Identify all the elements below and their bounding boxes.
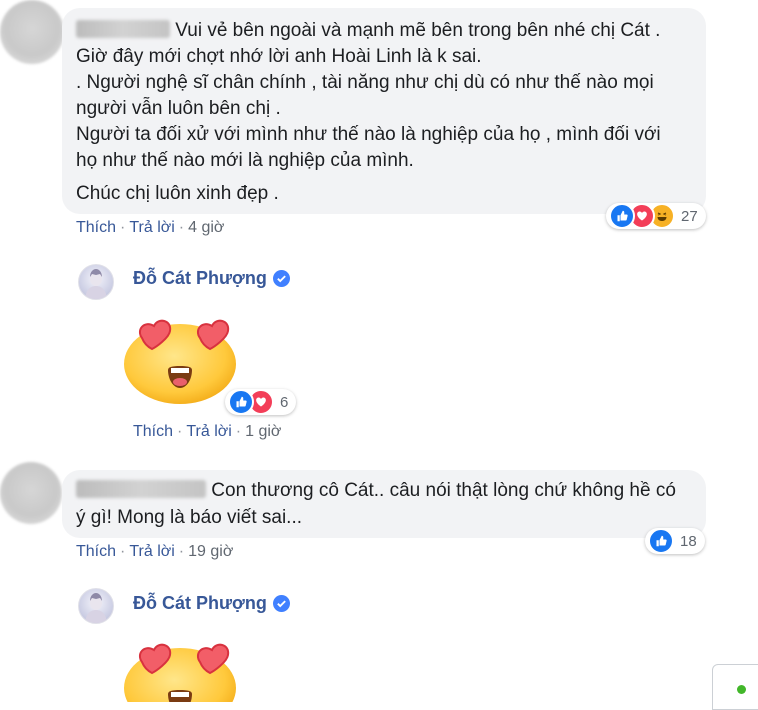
comment-text-line-7: Chúc chị luôn xinh đẹp . <box>76 183 279 204</box>
separator-dot: · <box>178 219 185 236</box>
verified-badge-icon <box>272 270 290 287</box>
comment-text-line-1: Vui vẻ bên ngoài và mạnh mẽ bên trong bê… <box>175 20 661 41</box>
like-link[interactable]: Thích <box>76 219 116 236</box>
reaction-count: 27 <box>681 207 698 225</box>
comment-timestamp[interactable]: 4 giờ <box>188 219 224 236</box>
reaction-summary[interactable]: 18 <box>645 528 705 554</box>
comment-bubble: Vui vẻ bên ngoài và mạnh mẽ bên trong bê… <box>62 8 706 214</box>
page-author-name[interactable]: Đỗ Cát Phượng <box>133 593 290 614</box>
like-reaction-icon <box>228 389 254 415</box>
comment-text-line-3: . Người nghệ sĩ chân chính , tài năng nh… <box>76 72 654 93</box>
like-link[interactable]: Thích <box>133 423 173 440</box>
verified-badge-icon <box>272 595 290 612</box>
reply-timestamp[interactable]: 1 giờ <box>245 423 281 440</box>
comment-timestamp[interactable]: 19 giờ <box>188 543 233 560</box>
chat-widget[interactable] <box>712 664 758 710</box>
online-status-icon <box>737 685 746 694</box>
separator-dot: · <box>178 543 185 560</box>
comment-actions: Thích · Trả lời · 4 giờ <box>76 219 224 237</box>
reaction-count: 6 <box>280 393 289 411</box>
comment-text-line-2: Giờ đây mới chợt nhớ lời anh Hoài Linh l… <box>76 46 482 67</box>
reply-actions: Thích · Trả lời · 1 giờ <box>133 423 281 441</box>
heart-eyes-sticker[interactable] <box>118 632 242 702</box>
comment-text-line-6: họ như thế nào mới là nghiệp của mình. <box>76 150 414 171</box>
comment-line: Con thương cô Cát.. câu nói thật lòng ch… <box>76 478 676 504</box>
like-link[interactable]: Thích <box>76 543 116 560</box>
reply-link[interactable]: Trả lời <box>129 219 174 236</box>
comment-text-line-4: người vẫn luôn bên chị . <box>76 98 281 119</box>
blurred-commenter-name[interactable] <box>76 20 170 38</box>
reply-link[interactable]: Trả lời <box>186 423 231 440</box>
separator-dot: · <box>235 423 242 440</box>
page-avatar[interactable] <box>78 264 114 300</box>
like-reaction-icon <box>609 203 635 229</box>
reaction-count: 18 <box>680 532 697 550</box>
comment-text-line-5: Người ta đối xử với mình như thế nào là … <box>76 124 661 145</box>
commenter-avatar[interactable] <box>0 462 62 524</box>
heart-eyes-sticker[interactable] <box>118 308 242 404</box>
reaction-summary[interactable]: 6 <box>225 389 297 415</box>
like-reaction-icon <box>648 528 674 554</box>
comment-text-line-2: ý gì! Mong là báo viết sai... <box>76 507 303 528</box>
comment-text-line-1: Con thương cô Cát.. câu nói thật lòng ch… <box>211 480 676 501</box>
commenter-avatar[interactable] <box>0 0 64 64</box>
comment-actions: Thích · Trả lời · 19 giờ <box>76 543 233 561</box>
comment-bubble: Con thương cô Cát.. câu nói thật lòng ch… <box>62 470 706 538</box>
reaction-summary[interactable]: 27 <box>606 203 706 229</box>
comment-line: Vui vẻ bên ngoài và mạnh mẽ bên trong bê… <box>76 18 660 44</box>
author-name-text: Đỗ Cát Phượng <box>133 593 267 613</box>
separator-dot: · <box>177 423 183 440</box>
reply-link[interactable]: Trả lời <box>129 543 174 560</box>
blurred-commenter-name[interactable] <box>76 480 206 498</box>
separator-dot: · <box>120 543 126 560</box>
separator-dot: · <box>120 219 126 236</box>
page-avatar[interactable] <box>78 588 114 624</box>
page-author-name[interactable]: Đỗ Cát Phượng <box>133 268 290 289</box>
author-name-text: Đỗ Cát Phượng <box>133 268 267 288</box>
